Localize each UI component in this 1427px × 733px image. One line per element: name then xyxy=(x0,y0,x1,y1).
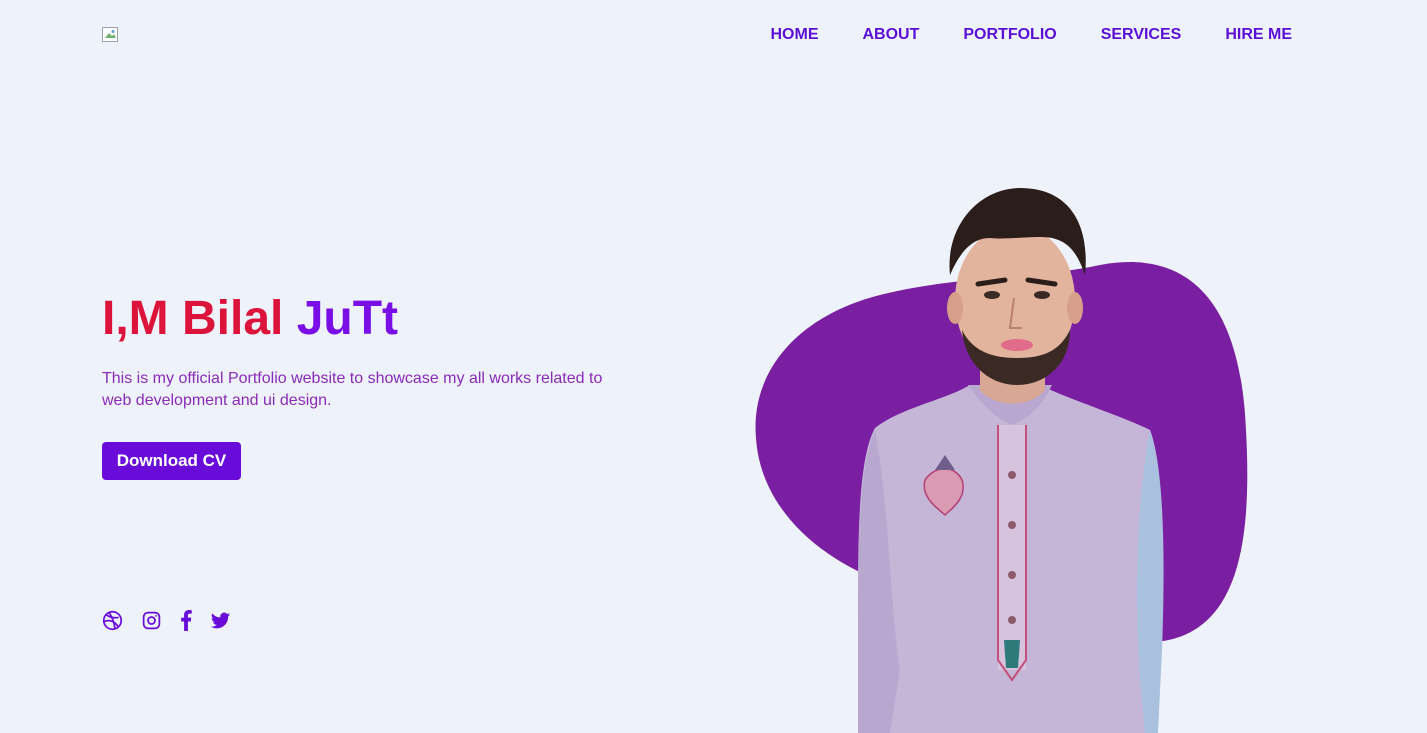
twitter-icon[interactable] xyxy=(210,610,231,631)
social-links xyxy=(102,610,231,631)
nav-portfolio[interactable]: PORTFOLIO xyxy=(963,25,1056,45)
hero-portrait xyxy=(740,180,1270,733)
hero-title: I,M Bilal JuTt xyxy=(102,290,398,348)
instagram-icon[interactable] xyxy=(141,610,162,631)
hero-title-surname: JuTt xyxy=(296,292,399,345)
logo-image[interactable] xyxy=(102,27,119,43)
nav-hire-me[interactable]: HIRE ME xyxy=(1225,25,1292,45)
nav-services[interactable]: SERVICES xyxy=(1101,25,1182,45)
download-cv-button[interactable]: Download CV xyxy=(102,442,241,480)
hero-title-name: I,M Bilal xyxy=(102,292,284,345)
nav-home[interactable]: HOME xyxy=(770,25,818,45)
hero-description: This is my official Portfolio website to… xyxy=(102,370,603,409)
facebook-icon[interactable] xyxy=(180,610,192,631)
nav-about[interactable]: ABOUT xyxy=(862,25,919,45)
dribbble-icon[interactable] xyxy=(102,610,123,631)
main-nav: HOME ABOUT PORTFOLIO SERVICES HIRE ME xyxy=(726,25,1292,45)
